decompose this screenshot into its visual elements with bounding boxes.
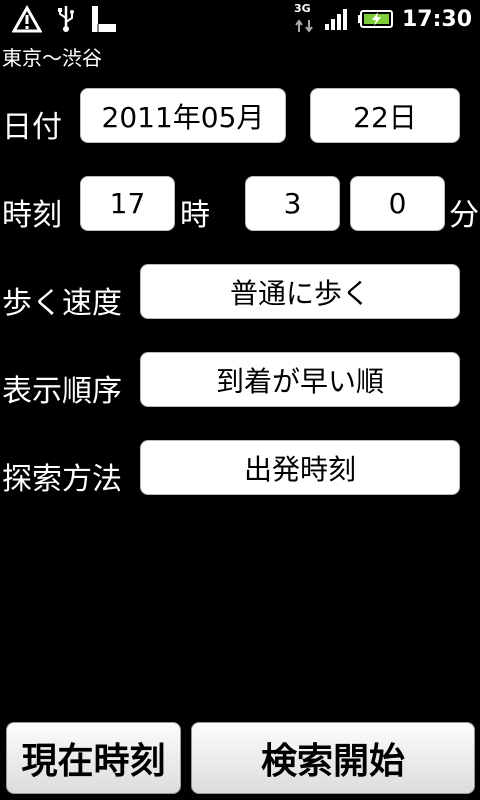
network-type: 3G — [293, 2, 311, 15]
display-order-select[interactable]: 到着が早い順 — [140, 352, 460, 407]
hour-unit-label: 時 — [180, 198, 210, 233]
display-order-label: 表示順序 — [2, 374, 122, 409]
sd-card-icon — [90, 4, 118, 34]
minute-ones-button[interactable]: 0 — [350, 176, 445, 231]
usb-icon — [56, 4, 76, 34]
route-title: 東京～渋谷 — [2, 46, 102, 70]
date-label: 日付 — [2, 110, 62, 145]
walk-speed-label: 歩く速度 — [2, 286, 122, 321]
battery-charging-icon — [357, 9, 394, 29]
status-bar: 3G 17:30 — [0, 0, 480, 38]
system-icons: 3G 17:30 — [293, 2, 472, 34]
hour-button[interactable]: 17 — [80, 176, 175, 231]
current-time-button[interactable]: 現在時刻 — [6, 722, 181, 794]
minute-unit-label: 分 — [449, 198, 479, 233]
year-month-button[interactable]: 2011年05月 — [80, 88, 286, 143]
clock: 17:30 — [401, 6, 472, 32]
time-label: 時刻 — [2, 198, 62, 233]
walk-speed-select[interactable]: 普通に歩く — [140, 264, 460, 319]
search-method-label: 探索方法 — [2, 462, 122, 497]
notification-icons — [12, 4, 118, 34]
warning-icon — [12, 5, 42, 33]
minute-tens-button[interactable]: 3 — [245, 176, 340, 231]
search-method-select[interactable]: 出発時刻 — [140, 440, 460, 495]
start-search-button[interactable]: 検索開始 — [191, 722, 475, 794]
data-arrows-icon: 3G — [293, 2, 316, 34]
day-button[interactable]: 22日 — [310, 88, 460, 143]
signal-icon — [324, 8, 350, 30]
